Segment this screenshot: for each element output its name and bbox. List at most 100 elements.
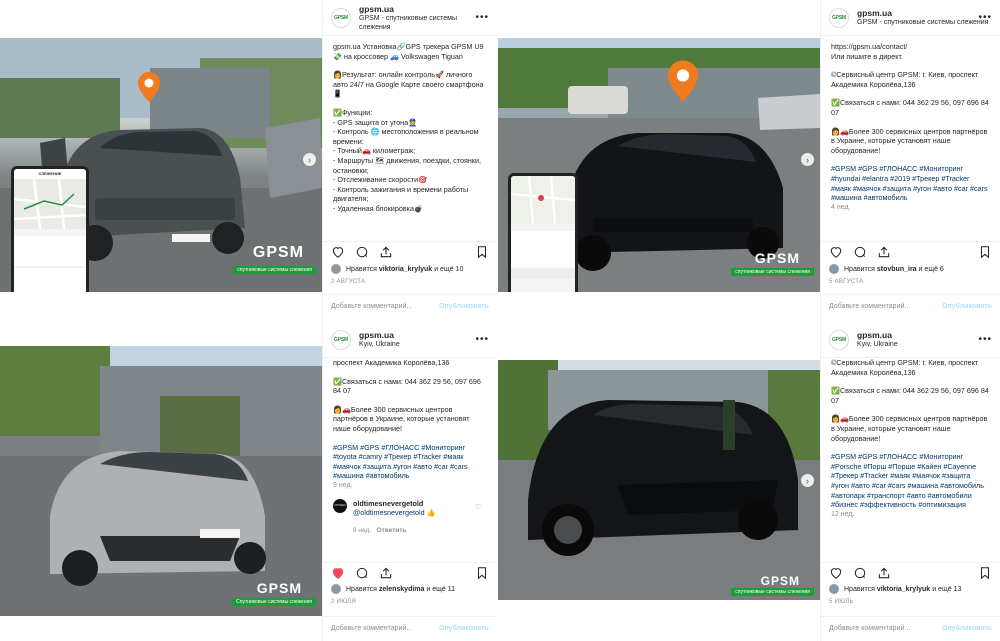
caption-line: - Отслеживание скорости🎯 [333,175,428,185]
likes-rest[interactable]: и ещё 10 [434,266,463,273]
account-name[interactable]: gpsm.ua [359,330,400,340]
liker-name[interactable]: viktoria_krylyuk [877,586,930,593]
liker-name[interactable]: stovbun_ira [877,266,917,273]
heart-icon[interactable] [829,245,843,259]
publish-button[interactable]: Опубликовать [942,625,992,632]
car-photo-toyota [0,346,322,616]
caption-line [333,99,487,108]
bookmark-icon[interactable] [978,566,992,580]
heart-icon[interactable]: ♡ [475,503,481,513]
caption-line: - GPS защита от угона👮 [333,117,418,127]
publish-button[interactable]: Опубликовать [439,625,489,632]
caption-line: - Маршруты 🗺 движения, поездки, стоянки,… [333,155,482,175]
avatar[interactable]: GPSM [829,329,849,350]
caption-line [831,377,990,386]
bookmark-icon[interactable] [475,566,489,580]
more-icon[interactable]: ••• [475,12,489,23]
more-icon[interactable]: ••• [978,334,992,345]
comment-icon[interactable] [853,566,867,580]
comment-icon[interactable] [355,566,369,580]
likes-prefix: Нравится [346,265,377,273]
comment-input[interactable]: Добавьте комментарий... [829,303,910,310]
chevron-right-icon[interactable]: › [801,153,814,166]
comment-box: Добавьте комментарий... Опубликовать [323,616,497,640]
more-icon[interactable]: ••• [978,12,992,23]
phone-mockup [508,173,578,292]
hashtags[interactable]: #GPSM #GPS #ГЛОНАСС #Мониторинг #hyundai… [831,164,990,202]
share-icon[interactable] [877,245,891,259]
bookmark-icon[interactable] [978,245,992,259]
reply-comment: OTNGO oldtimesnevergetold @oldtimesnever… [333,498,487,536]
likes-rest[interactable]: и ещё 6 [919,266,944,273]
caption-line [831,61,990,70]
caption-age: 12 нед. [831,510,855,518]
comment-icon[interactable] [355,245,369,259]
publish-button[interactable]: Опубликовать [942,303,992,310]
gpsm-tagline: спутниковые системы слежения [731,588,814,596]
reply-age: 8 нед. [353,526,372,534]
share-icon[interactable] [877,566,891,580]
publish-button[interactable]: Опубликовать [439,303,489,310]
caption-line: - Контроль зажигания и времени работы дв… [333,184,469,204]
share-icon[interactable] [379,245,393,259]
account-name[interactable]: gpsm.ua [857,330,898,340]
heart-icon[interactable] [331,245,345,259]
commenter-avatar[interactable]: OTNGO [333,498,347,513]
caption-line: 👩🚗Более 300 сервисных центров партнёров … [831,126,988,155]
likes-rest[interactable]: и ещё 11 [426,586,455,593]
comment-box: Добавьте комментарий... Опубликовать [821,616,1000,640]
contact-link[interactable]: https://gpsm.ua/contact/ [831,42,990,52]
commenter-name[interactable]: oldtimesnevergetold [353,499,436,509]
heart-icon[interactable] [829,566,843,580]
avatar[interactable]: GPSM [829,7,849,28]
comment-input[interactable]: Добавьте комментарий... [331,303,412,310]
likes-prefix: Нравится [844,585,875,593]
liker-name[interactable]: viktoria_krylyuk [379,266,432,273]
phone-mockup: СЛЕЖЕНИЕ [11,166,89,292]
more-icon[interactable]: ••• [475,334,489,345]
caption-line: - Удаленная блокировка💣 [333,203,423,213]
post-porsche-cayenne: GPSM спутниковые системы слежения › GPSM… [498,322,1000,641]
account-name[interactable]: gpsm.ua [359,4,489,14]
hashtags[interactable]: #GPSM #GPS #ГЛОНАСС #Мониторинг #Porsche… [831,452,990,510]
caption-line: ©Сервисный центр GPSM: г. Киев, проспект… [831,358,979,377]
likes-row: Нравится zelenskydima и ещё 11 [331,582,489,596]
caption-line [831,155,990,164]
post-photo[interactable]: GPSM Спутниковые системы слежения [0,346,322,616]
bookmark-icon[interactable] [475,245,489,259]
avatar[interactable]: GPSM [331,7,351,28]
action-bar [323,562,497,582]
account-name[interactable]: gpsm.ua [857,8,989,18]
liker-name[interactable]: zelenskydima [379,586,425,593]
post-toyota-camry: GPSM Спутниковые системы слежения GPSM g… [0,322,497,641]
post-photo[interactable]: GPSM спутниковые системы слежения › [498,38,820,292]
likes-rest[interactable]: и ещё 13 [932,586,961,593]
caption-line: - Точный🚗 километраж; [333,146,416,156]
comment-input[interactable]: Добавьте комментарий... [331,625,412,632]
post-header: GPSM gpsm.ua Kyiv, Ukraine ••• [323,322,497,358]
location-pin-icon [138,72,160,102]
caption-line: - Контроль 🌐 местоположения в реальном в… [333,127,479,146]
liker-avatar [829,584,839,594]
reply-button[interactable]: Ответить [377,527,407,534]
caption-line [831,443,990,452]
caption-line: gpsm.ua Установка🔗GPS трекера GPSM U9💸 н… [333,42,484,61]
chevron-right-icon[interactable]: › [801,474,814,487]
avatar[interactable]: GPSM [331,329,351,350]
caption-line: ©Сервисный центр GPSM: г. Киев, проспект… [831,70,979,89]
post-photo[interactable]: СЛЕЖЕНИЕ GPSM спутниковые системы слежен… [0,38,322,292]
post-header: GPSM gpsm.ua GPSM - спутниковые системы … [821,0,1000,36]
heart-icon[interactable] [331,566,345,580]
comment-icon[interactable] [853,245,867,259]
comment-input[interactable]: Добавьте комментарий... [829,625,910,632]
hashtags[interactable]: #GPSM #GPS #ГЛОНАСС #Мониторинг #toyota … [333,443,487,481]
liker-avatar [829,264,839,274]
share-icon[interactable] [379,566,393,580]
post-photo[interactable]: GPSM спутниковые системы слежения › [498,360,820,600]
caption-line: ✅Связаться с нами: 044 362 29 56, 097 69… [831,386,989,405]
gpsm-logo: GPSM [334,336,348,343]
gpsm-watermark: GPSM [256,580,302,596]
chevron-right-icon[interactable]: › [303,153,316,166]
liker-avatar [331,584,341,594]
gpsm-logo: GPSM [334,14,348,21]
